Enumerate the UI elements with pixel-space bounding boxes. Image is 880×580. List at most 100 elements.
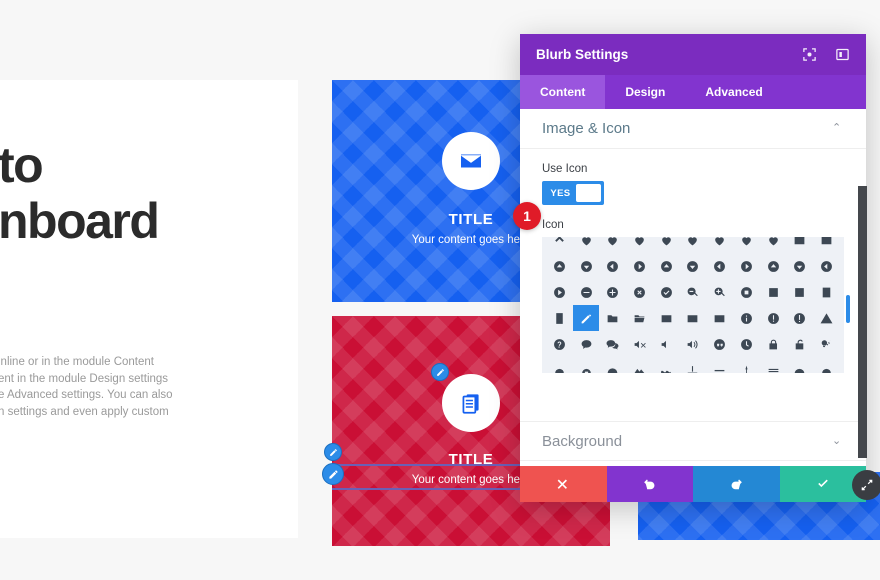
icon-option[interactable] xyxy=(680,279,707,305)
picker-glyph-icon xyxy=(687,260,699,272)
page-scrollbar[interactable] xyxy=(858,186,867,458)
icon-option[interactable] xyxy=(706,357,733,373)
icon-option[interactable] xyxy=(653,357,680,373)
icon-option[interactable] xyxy=(733,331,760,357)
icon-option[interactable] xyxy=(733,305,760,331)
picker-glyph-icon xyxy=(661,340,666,348)
picker-glyph-icon xyxy=(607,367,618,373)
icon-option[interactable] xyxy=(599,253,626,279)
icon-option[interactable] xyxy=(626,253,653,279)
close-button[interactable] xyxy=(520,466,607,502)
picker-glyph-icon xyxy=(822,287,831,297)
icon-option[interactable] xyxy=(573,279,600,305)
icon-option[interactable] xyxy=(787,279,814,305)
icon-option[interactable] xyxy=(546,305,573,331)
icon-option[interactable] xyxy=(706,253,733,279)
icon-option[interactable] xyxy=(813,279,840,305)
picker-glyph-icon xyxy=(581,237,591,245)
picker-glyph-icon xyxy=(796,339,804,349)
icon-option[interactable] xyxy=(680,253,707,279)
icon-option[interactable] xyxy=(733,237,760,253)
icon-option[interactable] xyxy=(626,279,653,305)
icon-option[interactable] xyxy=(760,357,787,373)
icon-option[interactable] xyxy=(760,237,787,253)
body-line: e Advanced settings. You can also xyxy=(0,389,173,402)
icon-option[interactable] xyxy=(599,237,626,253)
picker-glyph-icon xyxy=(714,287,726,296)
icon-option[interactable] xyxy=(787,357,814,373)
icon-option[interactable] xyxy=(706,331,733,357)
icon-option[interactable] xyxy=(787,253,814,279)
icon-option[interactable] xyxy=(813,305,840,331)
icon-option[interactable] xyxy=(573,253,600,279)
picker-glyph-icon xyxy=(741,338,752,350)
icon-option[interactable] xyxy=(680,237,707,253)
edit-pencil-icon[interactable] xyxy=(431,363,449,381)
section-header-background[interactable]: Background ⌄ xyxy=(520,421,866,461)
icon-option[interactable] xyxy=(680,357,707,373)
icon-option[interactable] xyxy=(733,279,760,305)
icon-option[interactable] xyxy=(599,331,626,357)
picker-glyph-icon xyxy=(606,339,619,350)
icon-option[interactable] xyxy=(653,279,680,305)
redo-button[interactable] xyxy=(693,466,780,502)
edit-pencil-icon[interactable] xyxy=(322,463,344,485)
icon-option[interactable] xyxy=(787,331,814,357)
tab-advanced[interactable]: Advanced xyxy=(685,75,782,109)
icon-option[interactable] xyxy=(573,331,600,357)
icon-option[interactable] xyxy=(680,331,707,357)
icon-option[interactable] xyxy=(653,253,680,279)
icon-option[interactable] xyxy=(599,279,626,305)
icon-option[interactable] xyxy=(626,305,653,331)
icon-option[interactable] xyxy=(653,305,680,331)
icon-option[interactable] xyxy=(706,279,733,305)
undo-icon xyxy=(643,479,655,490)
icon-option[interactable] xyxy=(733,253,760,279)
icon-option[interactable] xyxy=(680,305,707,331)
icon-picker[interactable] xyxy=(542,237,844,373)
layout-icon[interactable] xyxy=(835,47,850,62)
icon-option[interactable] xyxy=(760,305,787,331)
icon-option[interactable] xyxy=(546,357,573,373)
edit-pencil-icon[interactable] xyxy=(324,443,342,461)
section-header-image-icon[interactable]: Image & Icon ⌃ xyxy=(520,109,866,149)
icon-option[interactable] xyxy=(626,357,653,373)
icon-option[interactable] xyxy=(706,237,733,253)
resize-handle[interactable] xyxy=(852,470,880,500)
icon-option[interactable] xyxy=(573,357,600,373)
icon-option-selected[interactable] xyxy=(572,305,600,331)
icon-option[interactable] xyxy=(546,237,573,253)
icon-option[interactable] xyxy=(760,253,787,279)
icon-option[interactable] xyxy=(653,331,680,357)
icon-option[interactable] xyxy=(546,253,573,279)
icon-option[interactable] xyxy=(653,237,680,253)
icon-option[interactable] xyxy=(787,237,814,253)
icon-picker-scrollbar[interactable] xyxy=(846,295,850,323)
icon-option[interactable] xyxy=(787,305,814,331)
icon-option[interactable] xyxy=(706,305,733,331)
focus-icon[interactable] xyxy=(802,47,817,62)
icon-option[interactable] xyxy=(760,331,787,357)
icon-option[interactable] xyxy=(599,357,626,373)
step-badge: 1 xyxy=(513,202,541,230)
icon-option[interactable] xyxy=(599,305,626,331)
tab-design[interactable]: Design xyxy=(605,75,685,109)
use-icon-toggle[interactable]: YES xyxy=(542,181,604,205)
icon-option[interactable] xyxy=(813,331,840,357)
icon-option[interactable] xyxy=(733,357,760,373)
icon-option[interactable] xyxy=(626,237,653,253)
section-content-image-icon: Use Icon YES Icon xyxy=(520,149,866,385)
icon-option[interactable] xyxy=(546,331,573,357)
tab-content[interactable]: Content xyxy=(520,75,606,109)
icon-option[interactable] xyxy=(760,279,787,305)
icon-option[interactable] xyxy=(813,253,840,279)
section-label: Background xyxy=(542,432,623,450)
undo-button[interactable] xyxy=(606,466,693,502)
icon-option[interactable] xyxy=(626,331,653,357)
icon-option[interactable] xyxy=(813,237,840,253)
icon-option[interactable] xyxy=(546,279,573,305)
picker-glyph-icon xyxy=(634,340,646,348)
icon-option[interactable] xyxy=(573,237,600,253)
section-header-admin-label[interactable]: Admin Label ⌄ xyxy=(520,465,866,466)
icon-option[interactable] xyxy=(813,357,840,373)
